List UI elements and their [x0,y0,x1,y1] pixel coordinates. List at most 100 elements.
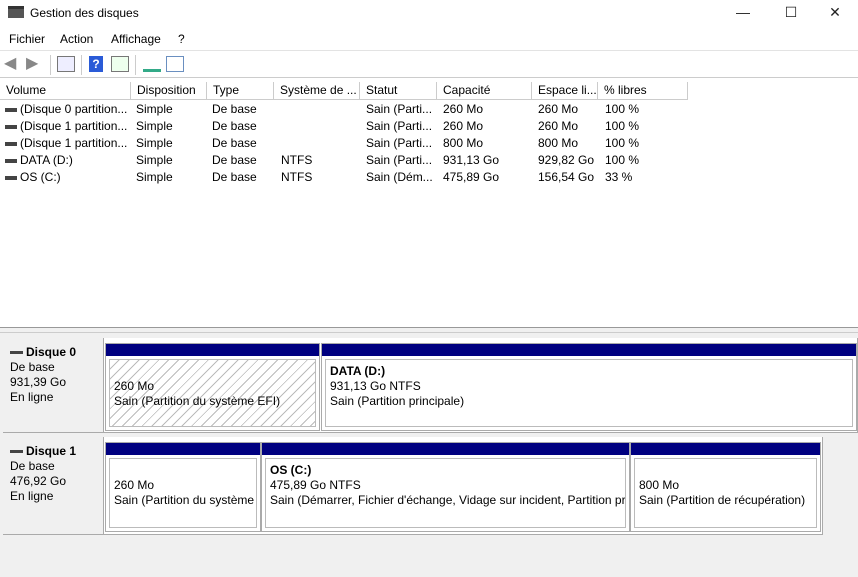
cell-type: De base [212,153,257,167]
cell-status: Sain (Parti... [366,153,433,167]
close-button[interactable]: ✕ [812,0,858,26]
window-title: Gestion des disques [30,6,139,20]
col-header-capacity[interactable]: Capacité [437,82,532,100]
forward-icon[interactable]: ▶ [26,56,44,72]
cell-capacity: 800 Mo [443,136,484,150]
cell-filesystem: NTFS [281,170,313,184]
cell-free-space: 800 Mo [538,136,579,150]
menu-affichage[interactable]: Affichage [111,32,161,46]
disk-size: 476,92 Go [10,474,67,488]
partition-size: 260 Mo [114,478,155,492]
cell-filesystem: NTFS [281,153,313,167]
volume-list: Volume Disposition Type Système de ... S… [0,82,858,328]
cell-disposition: Simple [136,136,173,150]
disk-1-label[interactable]: Disque 1 De base 476,92 Go En ligne [3,437,104,535]
disk-type: De base [10,459,55,473]
cell-status: Sain (Parti... [366,136,433,150]
cell-free-space: 156,54 Go [538,170,595,184]
partition-efi-disk0[interactable]: 260 Mo Sain (Partition du système EFI) [105,343,320,431]
partition-title: OS (C:) [270,463,312,477]
cell-free-space: 260 Mo [538,102,579,116]
disk-management-icon [8,6,24,18]
disk-size: 931,39 Go [10,375,67,389]
cell-percent-free: 100 % [605,102,640,116]
cell-free-space: 260 Mo [538,119,579,133]
col-header-disposition[interactable]: Disposition [131,82,207,100]
col-header-free-space[interactable]: Espace li... [532,82,598,100]
volume-row[interactable]: (Disque 1 partition... Simple De base Sain … [0,135,700,152]
volume-icon [5,176,17,180]
cell-capacity: 260 Mo [443,119,484,133]
cell-volume: DATA (D:) [20,153,73,167]
cell-type: De base [212,119,257,133]
partition-size: 800 Mo [639,478,680,492]
col-header-status[interactable]: Statut [360,82,437,100]
cell-type: De base [212,102,257,116]
cell-percent-free: 33 % [605,170,633,184]
cell-capacity: 931,13 Go [443,153,500,167]
partition-status: Sain (Partition principale) [330,394,465,408]
partition-data-d[interactable]: DATA (D:) 931,13 Go NTFS Sain (Partition p… [321,343,857,431]
col-header-volume[interactable]: Volume [0,82,131,100]
title-bar: Gestion des disques — ☐ ✕ [0,0,858,26]
disk-type: De base [10,360,55,374]
menu-action[interactable]: Action [60,32,93,46]
disk-graphical-view: Disque 0 De base 931,39 Go En ligne 260 … [0,333,858,577]
disk-name: Disque 0 [10,345,103,360]
volume-icon [5,125,17,129]
maximize-button[interactable]: ☐ [768,0,814,26]
col-header-filesystem[interactable]: Système de ... [274,82,360,100]
col-header-percent-free[interactable]: % libres [598,82,688,100]
partition-status: Sain (Démarrer, Fichier d'échange, Vidag… [270,493,626,507]
partition-size: 931,13 Go NTFS [330,379,421,393]
cell-type: De base [212,136,257,150]
partition-status: Sain (Partition du système EFI) [114,394,281,408]
partition-status: Sain (Partition du système [114,493,255,507]
cell-disposition: Simple [136,153,173,167]
partition-size: 475,89 Go NTFS [270,478,361,492]
col-header-type[interactable]: Type [207,82,274,100]
cell-status: Sain (Parti... [366,102,433,116]
cell-disposition: Simple [136,119,173,133]
volume-row[interactable]: (Disque 0 partition... Simple De base Sain … [0,101,700,118]
connect-icon[interactable] [143,56,161,72]
partition-status: Sain (Partition de récupération) [639,493,806,507]
help-icon[interactable]: ? [89,56,103,72]
minimize-button[interactable]: — [720,0,766,26]
cell-percent-free: 100 % [605,153,640,167]
volume-icon [5,108,17,112]
toolbar: ◀ ▶ ? [0,50,858,78]
back-icon[interactable]: ◀ [4,56,22,72]
menu-fichier[interactable]: Fichier [9,32,45,46]
disk-status: En ligne [10,390,54,404]
disk-0-label[interactable]: Disque 0 De base 931,39 Go En ligne [3,338,104,433]
cell-status: Sain (Parti... [366,119,433,133]
volume-icon [5,159,17,163]
menu-bar: Fichier Action Affichage ? [0,28,858,50]
volume-row[interactable]: OS (C:) Simple De base NTFS Sain (Dém... 475,… [0,169,700,186]
console-tree-icon[interactable] [57,56,75,72]
partition-size: 260 Mo [114,379,155,393]
cell-volume: (Disque 0 partition... [20,102,128,116]
cell-disposition: Simple [136,102,173,116]
cell-disposition: Simple [136,170,173,184]
cell-percent-free: 100 % [605,119,640,133]
partition-recovery[interactable]: 800 Mo Sain (Partition de récupération) [630,442,821,532]
cell-percent-free: 100 % [605,136,640,150]
partition-system-disk1[interactable]: 260 Mo Sain (Partition du système [105,442,261,532]
partition-os-c[interactable]: OS (C:) 475,89 Go NTFS Sain (Démarrer, Fic… [261,442,630,532]
menu-help[interactable]: ? [178,32,185,46]
cell-capacity: 260 Mo [443,102,484,116]
volume-row[interactable]: DATA (D:) Simple De base NTFS Sain (Parti...… [0,152,700,169]
cell-volume: (Disque 1 partition... [20,136,128,150]
disk-name: Disque 1 [10,444,103,459]
disk-status: En ligne [10,489,54,503]
volume-icon [5,142,17,146]
cell-status: Sain (Dém... [366,170,433,184]
properties-icon[interactable] [166,56,184,72]
action-pane-icon[interactable] [111,56,129,72]
cell-capacity: 475,89 Go [443,170,500,184]
cell-volume: OS (C:) [20,170,61,184]
volume-row[interactable]: (Disque 1 partition... Simple De base Sain … [0,118,700,135]
cell-free-space: 929,82 Go [538,153,595,167]
